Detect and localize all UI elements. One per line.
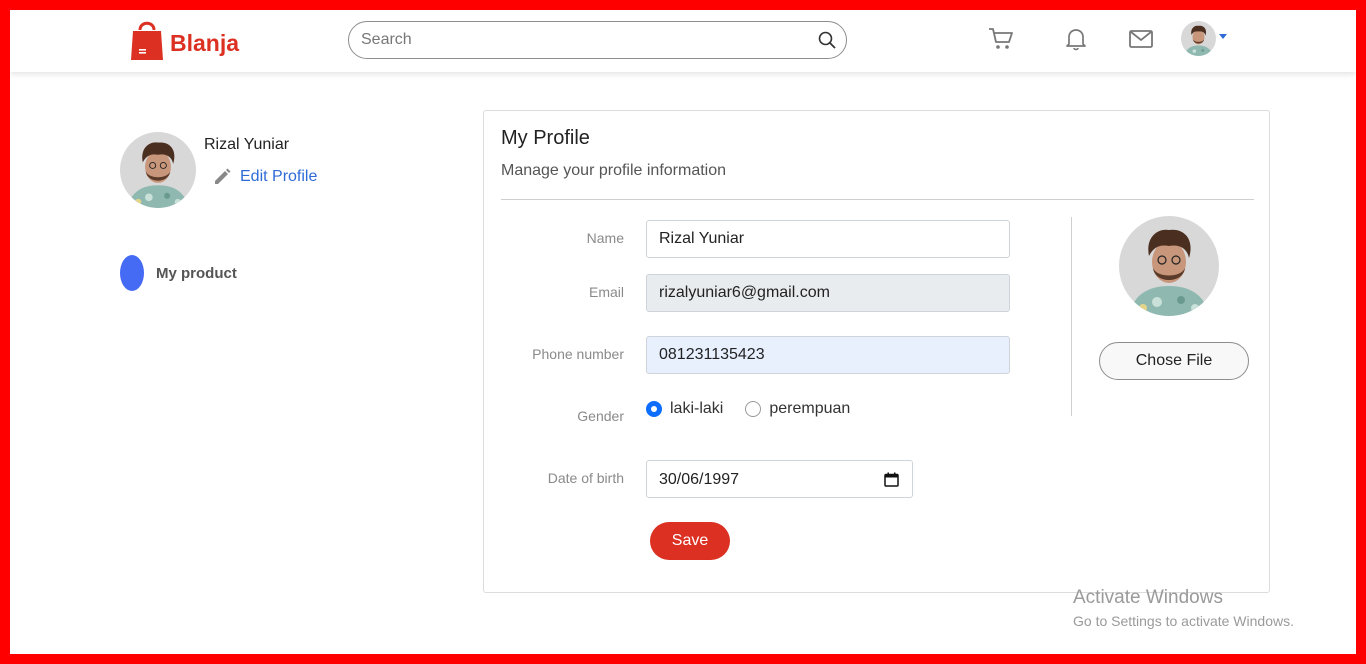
avatar[interactable] bbox=[1181, 21, 1216, 56]
user-photo-icon bbox=[1181, 21, 1216, 56]
radio-label: perempuan bbox=[769, 400, 851, 417]
radio-checked-icon bbox=[646, 401, 662, 417]
menu-dot-icon bbox=[120, 255, 144, 291]
sidebar-item-label: My product bbox=[156, 264, 237, 282]
search-icon[interactable] bbox=[818, 31, 836, 49]
search-bar bbox=[348, 21, 847, 59]
profile-photo bbox=[1119, 216, 1219, 316]
dob-label: Date of birth bbox=[547, 470, 624, 486]
mail-icon[interactable] bbox=[1128, 26, 1154, 52]
radio-unchecked-icon bbox=[745, 401, 762, 417]
radio-label: laki-laki bbox=[670, 400, 724, 417]
watermark-subtitle: Go to Settings to activate Windows. bbox=[1073, 613, 1294, 629]
pencil-icon bbox=[215, 168, 231, 184]
date-value: 30/06/1997 bbox=[659, 471, 740, 488]
edit-profile-label: Edit Profile bbox=[240, 168, 318, 185]
phone-field[interactable] bbox=[646, 336, 1010, 374]
watermark-title: Activate Windows bbox=[1073, 587, 1223, 608]
email-field[interactable] bbox=[646, 274, 1010, 312]
sidebar-avatar bbox=[120, 132, 196, 208]
calendar-icon[interactable] bbox=[884, 472, 899, 487]
user-photo-icon bbox=[120, 132, 196, 208]
caret-down-icon[interactable] bbox=[1219, 34, 1227, 40]
brand-name: Blanja bbox=[170, 29, 240, 56]
sidebar-item-my-product[interactable]: My product bbox=[120, 255, 237, 291]
name-field[interactable] bbox=[646, 220, 1010, 258]
windows-activation-watermark: Activate Windows Go to Settings to activ… bbox=[1073, 587, 1294, 629]
save-button[interactable]: Save bbox=[650, 522, 730, 560]
edit-profile-link[interactable]: Edit Profile bbox=[212, 167, 317, 187]
gender-option-perempuan[interactable]: perempuan bbox=[745, 400, 850, 418]
brand-logo[interactable]: Blanja bbox=[130, 18, 239, 62]
profile-card: My Profile Manage your profile informati… bbox=[483, 110, 1270, 593]
date-of-birth-field[interactable]: 30/06/1997 bbox=[646, 460, 913, 498]
app-window: Blanja Search Rizal Yuniar Edit Profile … bbox=[10, 10, 1356, 654]
name-label: Name bbox=[586, 230, 624, 246]
top-navbar: Blanja bbox=[10, 10, 1356, 72]
phone-label: Phone number bbox=[532, 346, 624, 362]
page-title: My Profile bbox=[501, 127, 590, 149]
gender-label: Gender bbox=[577, 408, 624, 424]
bell-icon[interactable] bbox=[1063, 26, 1089, 52]
email-label: Email bbox=[588, 284, 624, 300]
gender-option-laki-laki[interactable]: laki-laki bbox=[646, 400, 723, 418]
vertical-divider bbox=[1071, 217, 1072, 416]
shopping-bag-icon bbox=[131, 21, 163, 60]
user-photo-icon bbox=[1119, 216, 1219, 316]
divider bbox=[501, 199, 1254, 200]
search-input[interactable] bbox=[361, 30, 801, 50]
cart-icon[interactable] bbox=[988, 26, 1014, 52]
sidebar-user-name: Rizal Yuniar bbox=[204, 136, 290, 153]
choose-file-button[interactable]: Chose File bbox=[1099, 342, 1249, 380]
gender-radio-group: laki-laki perempuan bbox=[646, 400, 872, 418]
page-subtitle: Manage your profile information bbox=[501, 162, 727, 179]
